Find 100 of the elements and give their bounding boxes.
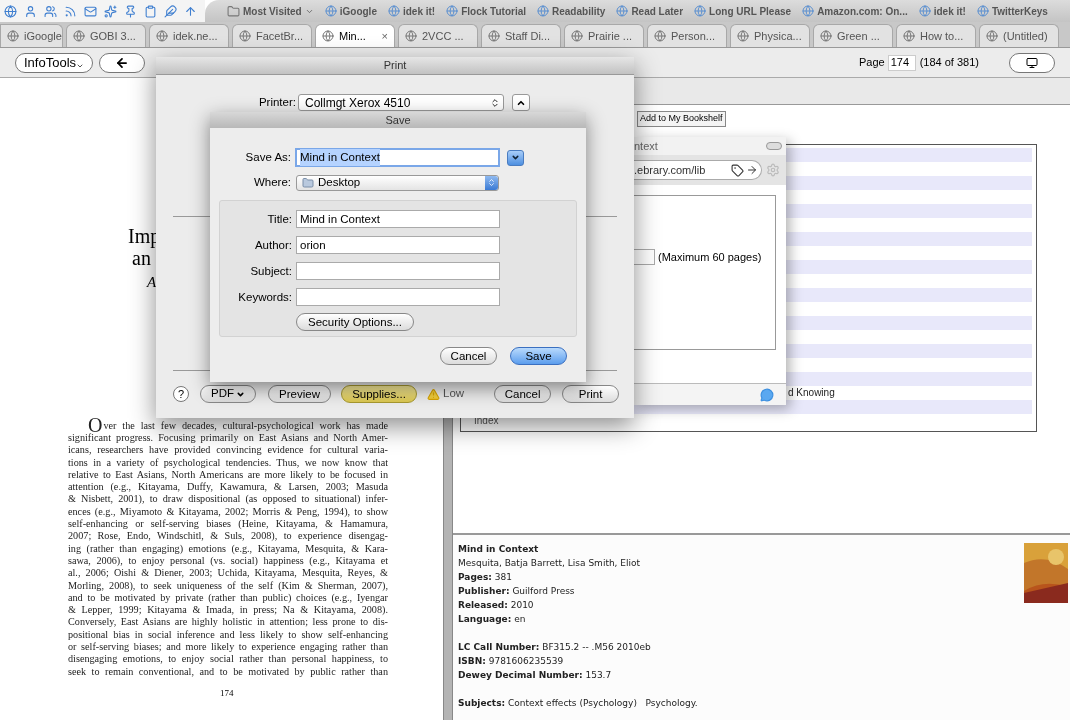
- dialog-button[interactable]: Cancel: [440, 347, 497, 366]
- detail-line: Mesquita, Batja Barrett, Lisa Smith, Eliot: [458, 557, 642, 570]
- globe-icon: [537, 5, 549, 17]
- updown-arrows-icon: [487, 178, 496, 188]
- text-line: & Nisbett, 2001), to draw dispositional (as opposed to situational) infer-: [68, 493, 388, 506]
- browser-tab[interactable]: (Untitled): [979, 24, 1059, 47]
- bookmark-item[interactable]: idek it!: [918, 3, 966, 19]
- pdf-menu-button[interactable]: PDF: [200, 385, 256, 403]
- collapse-button[interactable]: [512, 94, 530, 112]
- back-button[interactable]: [99, 52, 146, 73]
- text-line: and to be motivated by private (rather than public) choices (e.g., Iyengar: [68, 591, 388, 605]
- fullscreen-button[interactable]: [1009, 52, 1055, 73]
- text-line: self-enhancing or self-serving biases (Heine, Kitayama, & Hamamura,: [68, 518, 388, 531]
- browser-tab[interactable]: Green ...: [813, 24, 893, 47]
- text-line: positional bias in social inference and less likely to show self-enhancing: [68, 628, 388, 642]
- text-field[interactable]: [296, 288, 500, 307]
- text-line: tions in a variety of psychological tendencies. Thus, we now know that: [68, 456, 388, 469]
- default-button[interactable]: Save: [510, 347, 567, 366]
- bookmark-item[interactable]: Most Visited: [227, 3, 314, 19]
- browser-tab[interactable]: How to...: [896, 24, 976, 47]
- globe-icon: [387, 5, 400, 17]
- bookmark-item[interactable]: idek it!: [387, 3, 436, 19]
- sparkle-icon[interactable]: [104, 4, 117, 18]
- globe-icon[interactable]: [4, 4, 17, 18]
- save-as-field[interactable]: Mind in Context: [295, 148, 500, 167]
- bookmark-item[interactable]: Readability: [537, 3, 606, 19]
- sheet-title: Save: [385, 112, 411, 128]
- infotools-button[interactable]: InfoTools: [15, 52, 94, 73]
- add-to-bookshelf-button[interactable]: Add to My Bookshelf: [637, 111, 726, 127]
- text-field[interactable]: [296, 262, 500, 281]
- clipboard-icon[interactable]: [144, 4, 157, 18]
- url-field[interactable]: .ebrary.com/lib: [634, 160, 762, 180]
- globe-icon: [802, 5, 815, 17]
- go-icon[interactable]: [746, 164, 758, 176]
- browser-tab[interactable]: Staff Di...: [481, 24, 561, 47]
- globe-icon: [918, 5, 931, 17]
- preview-button[interactable]: Preview: [268, 385, 331, 403]
- bookmark-item[interactable]: Read Later: [616, 3, 684, 19]
- browser-tab[interactable]: FacetBr...: [232, 24, 312, 47]
- browser-tab[interactable]: GOBI 3...: [66, 24, 146, 47]
- site-icon: [654, 30, 666, 42]
- mail-icon[interactable]: [84, 4, 97, 18]
- text-line: ences (e.g., Miyamoto & Kitayama, 2002; Morris & Peng, 1994), to show: [68, 505, 388, 519]
- text-field[interactable]: orion: [296, 236, 500, 255]
- text-line: seek to remain conventional, and to be motivated by public rather than: [68, 665, 388, 678]
- detail-line: Publisher: Guilford Press: [458, 585, 576, 598]
- toolbar-toggle-button[interactable]: [766, 142, 782, 150]
- text-line: significant progress. Focusing primarily on East Asians and North Amer-: [68, 432, 388, 445]
- bookmark-item[interactable]: Flock Tutorial: [446, 3, 526, 19]
- printer-select[interactable]: Collmgt Xerox 4510: [298, 94, 504, 112]
- where-select[interactable]: Desktop: [296, 174, 499, 191]
- rss-icon[interactable]: [64, 4, 77, 18]
- browser-tab[interactable]: idek.ne...: [149, 24, 229, 47]
- page-field[interactable]: 174: [887, 54, 916, 71]
- feather-icon[interactable]: [164, 4, 177, 18]
- cancel-button[interactable]: Cancel: [494, 385, 552, 403]
- browser-tab[interactable]: Physica...: [730, 24, 810, 47]
- bookmark-item[interactable]: Long URL Please: [694, 3, 792, 19]
- printer-label: Printer:: [257, 95, 296, 110]
- browser-tab[interactable]: iGoogle: [0, 24, 63, 47]
- popup-arrow-cap[interactable]: [485, 175, 498, 190]
- browser-tab[interactable]: Person...: [647, 24, 727, 47]
- monitor-icon: [1025, 56, 1039, 69]
- contents-entry[interactable]: d Knowing: [788, 385, 835, 400]
- chapter-heading: an: [132, 247, 151, 269]
- page-range-field[interactable]: [634, 249, 655, 266]
- site-icon: [73, 30, 85, 42]
- site-icon: [488, 30, 500, 42]
- text-line: or self-serving biases; and more likely to experience engaging rather than: [68, 641, 388, 654]
- text-line: 2007; Rose, Endo, Windschitl, & Suls, 2008), to experience disengag-: [68, 530, 388, 543]
- print-button[interactable]: Print: [562, 385, 620, 403]
- text-field[interactable]: Mind in Context: [296, 210, 500, 229]
- user-icon[interactable]: [24, 4, 37, 18]
- site-icon: [239, 30, 251, 42]
- security-options-button[interactable]: Security Options...: [296, 313, 414, 332]
- text-line: disengaging emotions, to enjoy social rather than personal happiness, to: [68, 653, 388, 666]
- browser-tab[interactable]: Min... ×: [315, 24, 395, 47]
- supplies-button[interactable]: Supplies...: [341, 385, 417, 403]
- browser-tab[interactable]: Prairie ...: [564, 24, 644, 47]
- site-icon: [156, 30, 168, 42]
- folder-icon: [227, 4, 240, 18]
- close-tab-button[interactable]: ×: [381, 27, 388, 45]
- book-title: Mind in Context: [458, 543, 540, 556]
- chat-icon[interactable]: [760, 387, 774, 402]
- site-icon: [322, 30, 334, 42]
- bookmark-item[interactable]: Amazon.com: On...: [802, 3, 908, 19]
- tag-icon[interactable]: [731, 163, 744, 177]
- folder-icon: [302, 176, 314, 189]
- bookmark-item[interactable]: TwitterKeys: [976, 3, 1048, 19]
- users-icon[interactable]: [44, 4, 57, 18]
- text-line: Morling, 2008), to seek uniqueness of the self (Kim & Sherman, 2007),: [68, 579, 388, 592]
- browser-tab[interactable]: 2VCC ...: [398, 24, 478, 47]
- caret-icon: [511, 153, 520, 162]
- expand-button[interactable]: [507, 149, 524, 166]
- detail-line: Language: en: [458, 613, 527, 626]
- globe-icon: [694, 5, 707, 17]
- help-button[interactable]: ?: [173, 386, 189, 402]
- bookmark-item[interactable]: iGoogle: [324, 3, 377, 19]
- text-line: al., 2006; Oishi & Diener, 2003; Uchida, Kitayama, Mesquita, Reyes, &: [68, 567, 388, 580]
- pin-icon[interactable]: [124, 4, 137, 18]
